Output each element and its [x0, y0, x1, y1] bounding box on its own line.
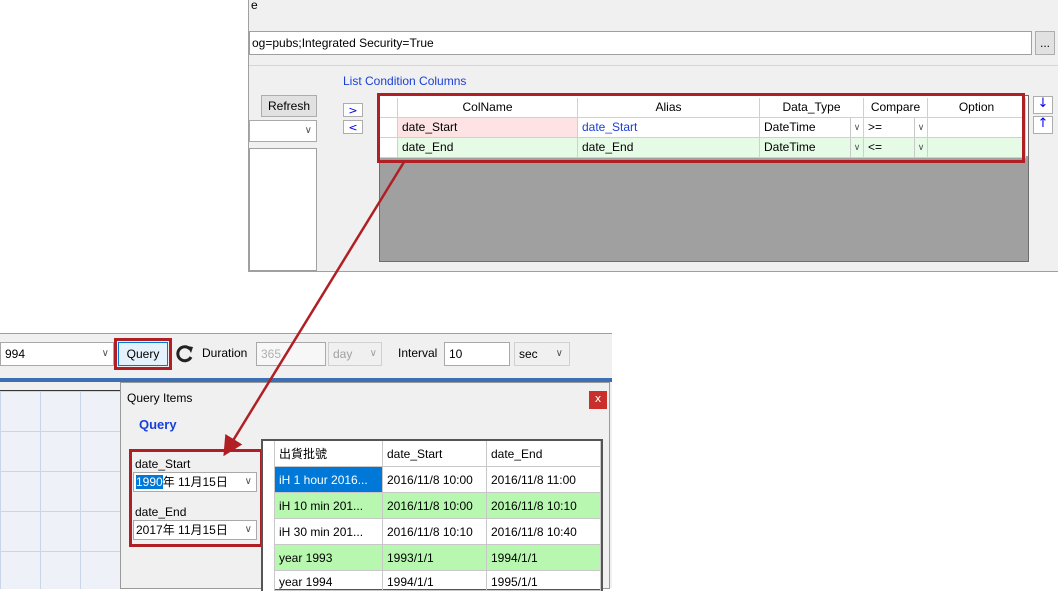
annotation-arrow	[223, 161, 406, 457]
